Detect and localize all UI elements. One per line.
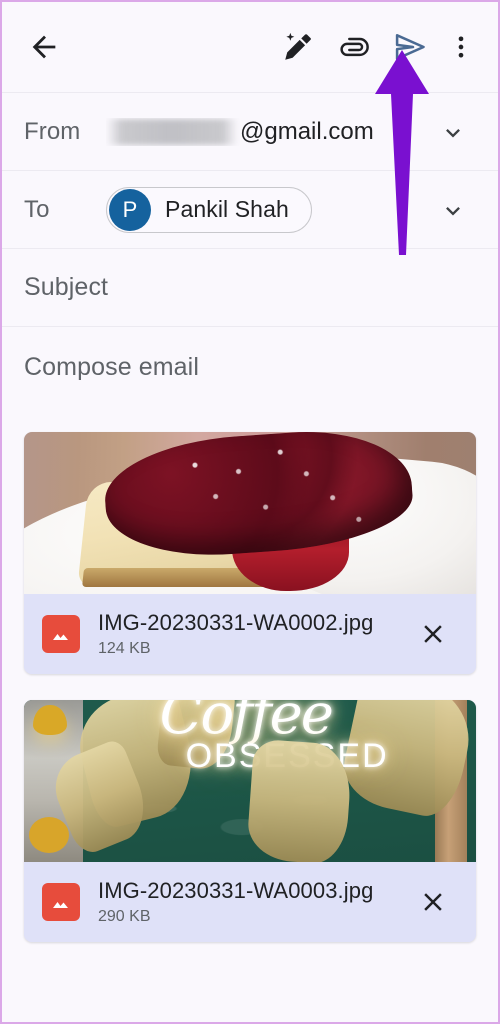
more-options-button[interactable] xyxy=(438,19,484,75)
chevron-down-icon xyxy=(446,206,460,216)
attachment-thumbnail[interactable] xyxy=(24,432,476,594)
from-domain: @gmail.com xyxy=(240,117,374,145)
magic-compose-button[interactable] xyxy=(270,19,326,75)
attachment-file-name: IMG-20230331-WA0002.jpg xyxy=(98,610,374,635)
from-expand-button[interactable] xyxy=(430,109,476,155)
attachment-meta: IMG-20230331-WA0002.jpg 124 KB xyxy=(24,594,476,674)
redacted-username xyxy=(106,118,238,145)
chevron-down-icon xyxy=(446,128,460,138)
subject-row[interactable]: Subject xyxy=(2,248,498,326)
attachment-card[interactable]: IMG-20230331-WA0002.jpg 124 KB xyxy=(24,432,476,674)
attachment-text: IMG-20230331-WA0002.jpg 124 KB xyxy=(98,610,388,658)
attachment-card[interactable]: Coffee OBSESSED IMG-20230331-WA0003.jpg … xyxy=(24,700,476,942)
to-expand-button[interactable] xyxy=(430,187,476,233)
coffee-shop-photo: Coffee OBSESSED xyxy=(24,700,476,862)
remove-attachment-button[interactable] xyxy=(406,875,460,929)
to-value: P Pankil Shah xyxy=(106,186,430,233)
send-icon xyxy=(395,34,425,60)
image-file-icon xyxy=(42,615,80,653)
back-arrow-icon xyxy=(32,35,56,59)
attachment-file-size: 124 KB xyxy=(98,640,151,657)
avatar: P xyxy=(109,188,151,231)
to-row[interactable]: To P Pankil Shah xyxy=(2,170,498,248)
from-label: From xyxy=(24,117,81,145)
attachment-file-size: 290 KB xyxy=(98,908,151,925)
image-icon xyxy=(53,634,68,640)
attachment-meta: IMG-20230331-WA0003.jpg 290 KB xyxy=(24,862,476,942)
compose-screen: From @gmail.com To P Pankil Shah Subject xyxy=(0,0,500,1024)
close-icon xyxy=(424,625,442,643)
paperclip-icon xyxy=(340,37,369,57)
attachment-list: IMG-20230331-WA0002.jpg 124 KB Coffee IM… xyxy=(2,406,498,942)
body-input[interactable]: Compose email xyxy=(24,353,199,382)
magic-compose-icon xyxy=(285,32,311,60)
recipient-name: Pankil Shah xyxy=(165,196,289,222)
recipient-chip[interactable]: P Pankil Shah xyxy=(106,186,312,233)
attach-file-button[interactable] xyxy=(326,19,382,75)
more-options-icon xyxy=(458,36,464,58)
attachment-file-name: IMG-20230331-WA0003.jpg xyxy=(98,878,374,903)
cheesecake-photo xyxy=(24,432,476,594)
from-row[interactable]: From @gmail.com xyxy=(2,92,498,170)
attachment-text: IMG-20230331-WA0003.jpg 290 KB xyxy=(98,878,388,926)
body-row[interactable]: Compose email xyxy=(2,326,498,406)
remove-attachment-button[interactable] xyxy=(406,607,460,661)
attachment-thumbnail[interactable]: Coffee OBSESSED xyxy=(24,700,476,862)
send-button[interactable] xyxy=(382,19,438,75)
top-toolbar xyxy=(2,2,498,92)
to-label: To xyxy=(24,195,50,223)
back-button[interactable] xyxy=(16,19,72,75)
from-value: @gmail.com xyxy=(106,118,430,146)
image-file-icon xyxy=(42,883,80,921)
close-icon xyxy=(424,893,442,911)
subject-input[interactable]: Subject xyxy=(24,273,108,302)
image-icon xyxy=(53,902,68,908)
